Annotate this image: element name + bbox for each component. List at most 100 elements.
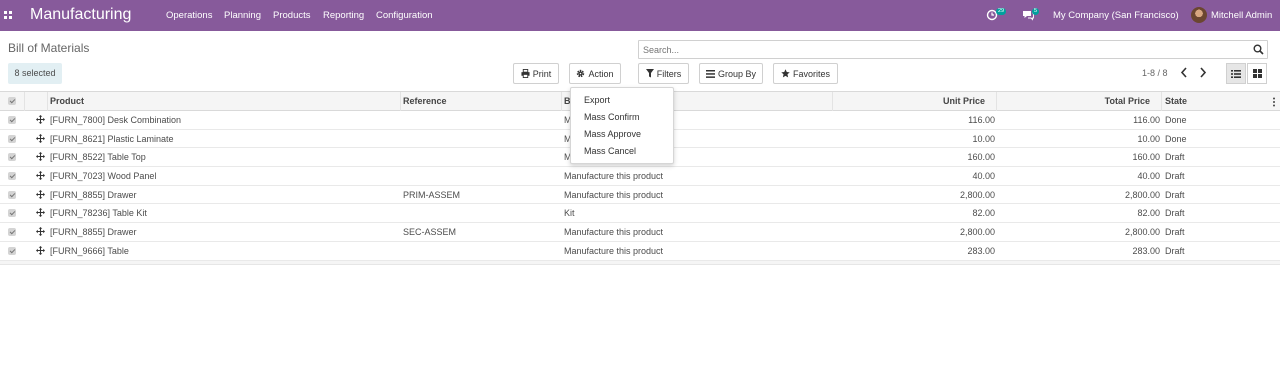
- cell-unit-price: 2,800.00: [959, 227, 995, 238]
- cell-state: Draft: [1165, 245, 1185, 256]
- list-view-button[interactable]: [1226, 63, 1246, 84]
- cell-unit-price: 160.00: [967, 152, 995, 163]
- menu-item-export[interactable]: Export: [584, 95, 610, 105]
- selection-counter: 8 selected: [8, 63, 62, 84]
- cell-reference: PRIM-ASSEM: [403, 189, 461, 200]
- drag-handle-icon[interactable]: [36, 227, 45, 237]
- apps-menu-icon[interactable]: [4, 11, 12, 19]
- list-footer: [0, 260, 1280, 265]
- column-header-total-price[interactable]: Total Price: [1000, 92, 1150, 111]
- menu-item-mass-approve[interactable]: Mass Approve: [584, 129, 641, 139]
- menu-planning[interactable]: Planning: [224, 10, 261, 21]
- cell-product: [FURN_8621] Plastic Laminate: [50, 133, 174, 144]
- table-row[interactable]: [FURN_9666] Table Manufacture this produc…: [0, 242, 1280, 261]
- cell-product: [FURN_8855] Drawer: [50, 227, 137, 238]
- table-row[interactable]: [FURN_8855] Drawer PRIM-ASSEM Manufacture …: [0, 186, 1280, 205]
- user-avatar[interactable]: [1191, 7, 1207, 23]
- cell-total-price: 82.00: [1137, 208, 1160, 219]
- page-title: Bill of Materials: [8, 41, 90, 55]
- company-switcher[interactable]: My Company (San Francisco): [1053, 10, 1179, 21]
- favorites-button[interactable]: Favorites: [773, 63, 838, 84]
- star-icon: [781, 69, 790, 78]
- cell-total-price: 40.00: [1137, 171, 1160, 182]
- action-dropdown-menu: Export Mass Confirm Mass Approve Mass Ca…: [570, 87, 674, 164]
- menu-item-mass-confirm[interactable]: Mass Confirm: [584, 112, 640, 122]
- menu-operations[interactable]: Operations: [166, 10, 212, 21]
- app-title[interactable]: Manufacturing: [30, 6, 131, 24]
- cell-unit-price: 283.00: [967, 245, 995, 256]
- table-row[interactable]: [FURN_7023] Wood Panel Manufacture this p…: [0, 167, 1280, 186]
- menu-item-mass-cancel[interactable]: Mass Cancel: [584, 146, 636, 156]
- cell-total-price: 116.00: [1133, 115, 1160, 125]
- print-button[interactable]: Print: [513, 63, 559, 84]
- chevron-right-icon[interactable]: [1199, 67, 1207, 78]
- search-icon[interactable]: [1253, 44, 1264, 55]
- drag-handle-icon[interactable]: [36, 208, 45, 218]
- action-button[interactable]: Action: [569, 63, 621, 84]
- cell-product: [FURN_78236] Table Kit: [50, 208, 147, 219]
- column-separator: [1161, 92, 1162, 111]
- drag-handle-icon[interactable]: [36, 115, 45, 124]
- menu-configuration[interactable]: Configuration: [376, 10, 433, 21]
- drag-handle-icon[interactable]: [36, 133, 45, 143]
- list-view-icon: [1231, 69, 1241, 78]
- cell-total-price: 2,800.00: [1124, 227, 1160, 238]
- row-checkbox[interactable]: [8, 172, 16, 181]
- cell-bom-type: Kit: [564, 208, 575, 219]
- row-checkbox[interactable]: [8, 116, 16, 124]
- drag-handle-icon[interactable]: [36, 171, 45, 181]
- cell-bom-type: Manufacture this product: [564, 227, 664, 238]
- optional-columns-icon[interactable]: [1272, 97, 1276, 107]
- row-checkbox[interactable]: [8, 153, 16, 162]
- cell-product: [FURN_9666] Table: [50, 245, 129, 256]
- column-separator: [561, 92, 562, 111]
- column-header-product[interactable]: Product: [50, 92, 84, 111]
- group-by-button[interactable]: Group By: [699, 63, 763, 84]
- activity-count-badge: 29: [996, 8, 1007, 15]
- drag-handle-icon[interactable]: [36, 245, 45, 255]
- column-separator: [996, 92, 997, 111]
- row-checkbox[interactable]: [8, 134, 16, 143]
- select-all-checkbox[interactable]: [8, 97, 16, 105]
- row-checkbox[interactable]: [8, 190, 16, 199]
- cell-state: Done: [1165, 115, 1187, 125]
- cell-bom-type: Manufacture this product: [564, 171, 664, 182]
- cell-state: Draft: [1165, 152, 1185, 163]
- user-menu[interactable]: Mitchell Admin: [1211, 10, 1272, 21]
- row-checkbox[interactable]: [8, 209, 16, 218]
- column-header-reference[interactable]: Reference: [403, 92, 447, 111]
- drag-handle-icon[interactable]: [36, 152, 45, 162]
- cell-unit-price: 82.00: [972, 208, 995, 219]
- search-input[interactable]: [643, 43, 1243, 56]
- group-by-button-label: Group By: [717, 68, 757, 79]
- kanban-view-button[interactable]: [1247, 63, 1267, 84]
- bars-icon: [705, 69, 715, 78]
- cell-total-price: 10.00: [1137, 133, 1160, 144]
- cell-unit-price: 2,800.00: [959, 189, 995, 200]
- cell-product: [FURN_7023] Wood Panel: [50, 171, 157, 182]
- cell-bom-type: Manufacture this product: [564, 189, 664, 200]
- menu-reporting[interactable]: Reporting: [323, 10, 364, 21]
- column-header-state[interactable]: State: [1165, 92, 1187, 111]
- print-icon: [521, 69, 530, 78]
- table-row[interactable]: [FURN_8855] Drawer SEC-ASSEM Manufacture t…: [0, 223, 1280, 242]
- cell-product: [FURN_8855] Drawer: [50, 189, 137, 200]
- cell-total-price: 283.00: [1132, 245, 1160, 256]
- favorites-button-label: Favorites: [792, 68, 830, 79]
- cell-total-price: 2,800.00: [1124, 189, 1160, 200]
- chevron-left-icon[interactable]: [1180, 67, 1188, 78]
- cell-state: Done: [1165, 133, 1187, 144]
- table-row[interactable]: [FURN_78236] Table Kit Kit 82.00 82.00 Draft: [0, 204, 1280, 224]
- drag-handle-icon[interactable]: [36, 189, 45, 199]
- pager-value[interactable]: 1-8 / 8: [1142, 68, 1168, 78]
- filters-button[interactable]: Filters: [638, 63, 689, 84]
- cell-product: [FURN_8522] Table Top: [50, 152, 146, 163]
- cell-state: Draft: [1165, 171, 1185, 182]
- kanban-view-icon: [1252, 69, 1262, 78]
- cell-product: [FURN_7800] Desk Combination: [50, 115, 182, 125]
- action-button-label: Action: [588, 68, 614, 79]
- row-checkbox[interactable]: [8, 228, 16, 237]
- row-checkbox[interactable]: [8, 246, 16, 255]
- menu-products[interactable]: Products: [273, 10, 311, 21]
- column-header-unit-price[interactable]: Unit Price: [835, 92, 985, 111]
